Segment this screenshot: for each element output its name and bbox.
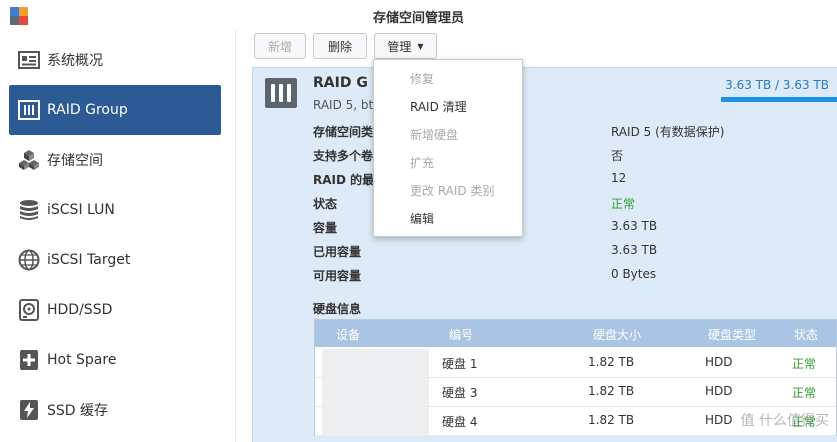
menu-item-add-disk[interactable]: 新增硬盘: [410, 126, 458, 143]
database-icon: [17, 198, 41, 222]
info-label: 容量: [313, 221, 338, 235]
info-label: 可用容量: [313, 269, 362, 283]
table-row[interactable]: 硬盘 1 1.82 TB HDD 正常: [315, 349, 836, 378]
device-thumbnail: [322, 378, 429, 407]
menu-item-expand[interactable]: 扩充: [410, 154, 434, 171]
delete-button[interactable]: 删除: [313, 33, 367, 59]
sidebar-item-label: iSCSI LUN: [47, 202, 115, 218]
sidebar-item-overview[interactable]: 系统概况: [9, 35, 221, 85]
disk-name: 硬盘 3: [442, 386, 478, 400]
disk-type: HDD: [705, 413, 733, 427]
info-label: 存储空间类: [313, 125, 374, 139]
disk-size: 1.82 TB: [588, 384, 635, 398]
cubes-icon: [17, 148, 41, 172]
capacity-bar: [721, 97, 837, 102]
status-value: 正常: [611, 197, 636, 211]
title-bar: 存储空间管理员: [0, 0, 837, 30]
sidebar-item-hdd-ssd[interactable]: HDD/SSD: [9, 285, 221, 335]
sidebar-item-ssd-cache[interactable]: SSD 缓存: [9, 385, 221, 435]
sidebar-item-iscsi-target[interactable]: iSCSI Target: [9, 235, 221, 285]
column-header[interactable]: 硬盘大小: [593, 326, 641, 343]
sidebar-item-label: HDD/SSD: [47, 302, 113, 318]
info-label: 状态: [313, 197, 338, 211]
capacity-text: 3.63 TB / 3.63 TB: [725, 78, 829, 92]
info-value: RAID 5 (有数据保护): [611, 125, 725, 139]
info-value: 3.63 TB: [611, 219, 658, 233]
watermark: 值 什么值得买: [740, 413, 829, 429]
globe-icon: [17, 248, 41, 272]
info-value: 否: [611, 149, 624, 163]
sidebar-item-hot-spare[interactable]: Hot Spare: [9, 335, 221, 385]
menu-item-raid-scrub[interactable]: RAID 清理: [410, 98, 467, 115]
sidebar-item-label: 存储空间: [47, 153, 103, 169]
column-header[interactable]: 硬盘类型: [708, 326, 756, 343]
raid-group-icon: [265, 78, 297, 108]
column-header[interactable]: 设备: [336, 326, 360, 343]
overview-icon: [17, 48, 41, 72]
disk-section-title: 硬盘信息: [313, 302, 362, 316]
info-value: 0 Bytes: [611, 267, 657, 281]
sidebar-item-raid-group[interactable]: RAID Group: [9, 85, 221, 135]
disk-table-header: 设备 编号 硬盘大小 硬盘类型 状态: [315, 320, 836, 347]
raid-group-panel[interactable]: RAID G RAID 5, bt 3.63 TB / 3.63 TB 存储空间…: [252, 67, 837, 442]
disk-name: 硬盘 4: [442, 415, 478, 429]
menu-item-edit[interactable]: 编辑: [410, 210, 434, 227]
hot-spare-icon: [17, 348, 41, 372]
sidebar-item-label: RAID Group: [47, 102, 128, 118]
sidebar-item-label: SSD 缓存: [47, 403, 109, 419]
toolbar: 新增 删除 管理 ▼: [236, 30, 837, 66]
raid-subtitle: RAID 5, bt: [313, 98, 374, 112]
sidebar-item-label: Hot Spare: [47, 352, 117, 368]
device-thumbnail: [322, 407, 429, 436]
disk-name: 硬盘 1: [442, 357, 478, 371]
manage-button[interactable]: 管理 ▼: [374, 33, 437, 59]
disk-type: HDD: [705, 355, 733, 369]
disk-type: HDD: [705, 384, 733, 398]
info-label: 支持多个卷: [313, 149, 374, 163]
table-row[interactable]: 硬盘 3 1.82 TB HDD 正常: [315, 378, 836, 407]
disk-size: 1.82 TB: [588, 413, 635, 427]
raid-icon: [17, 98, 41, 122]
caret-down-icon: ▼: [417, 41, 424, 51]
manage-label: 管理: [387, 39, 412, 54]
window-title: 存储空间管理员: [372, 11, 464, 26]
disk-icon: [17, 298, 41, 322]
lightning-icon: [17, 398, 41, 422]
raid-title: RAID G: [313, 75, 368, 91]
sidebar-item-storage-space[interactable]: 存储空间: [9, 135, 221, 185]
device-thumbnail: [322, 349, 429, 378]
disk-status: 正常: [792, 357, 817, 371]
disk-size: 1.82 TB: [588, 355, 635, 369]
info-label: RAID 的最: [313, 173, 375, 187]
info-value: 3.63 TB: [611, 243, 658, 257]
info-label: 已用容量: [313, 245, 362, 259]
sidebar: 系统概况 RAID Group 存储空间 iSCSI LUN iSCSI Tar…: [0, 30, 236, 442]
manage-dropdown-menu: 修复 RAID 清理 新增硬盘 扩充 更改 RAID 类别 编辑: [373, 59, 523, 237]
disk-status: 正常: [792, 386, 817, 400]
sidebar-item-label: iSCSI Target: [47, 252, 131, 268]
new-button[interactable]: 新增: [254, 33, 306, 59]
info-value: 12: [611, 171, 627, 185]
column-header[interactable]: 编号: [449, 326, 473, 343]
sidebar-item-label: 系统概况: [47, 53, 103, 69]
menu-item-change-raid-type[interactable]: 更改 RAID 类别: [410, 182, 494, 199]
sidebar-item-iscsi-lun[interactable]: iSCSI LUN: [9, 185, 221, 235]
menu-item-repair[interactable]: 修复: [410, 70, 434, 87]
column-header[interactable]: 状态: [794, 326, 818, 343]
